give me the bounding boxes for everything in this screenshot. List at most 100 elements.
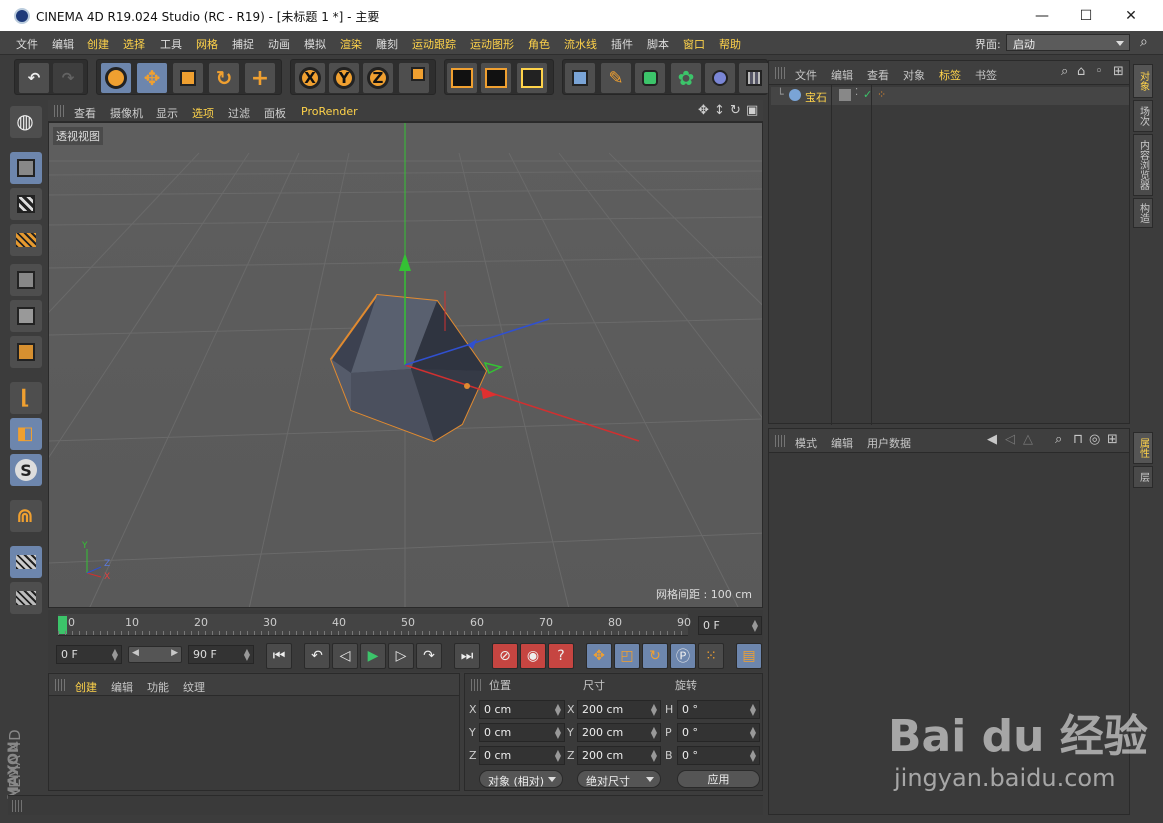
menu-character[interactable]: 角色 — [528, 36, 550, 52]
viewport-menu-prorender[interactable]: ProRender — [301, 105, 358, 118]
viewport-zoom-icon[interactable]: ↕ — [714, 103, 725, 118]
visibility-dots-icon[interactable]: ⁚ — [855, 87, 858, 98]
menu-help[interactable]: 帮助 — [719, 36, 741, 52]
undo-button[interactable]: ↶ — [19, 63, 49, 93]
tweak-mode-button[interactable]: ◧ — [10, 418, 42, 450]
viewport-maximize-icon[interactable]: ▣ — [746, 103, 758, 118]
new-window-icon[interactable]: ⊞ — [1113, 64, 1124, 79]
panel-grip-icon[interactable] — [55, 679, 67, 691]
edges-mode-button[interactable] — [10, 300, 42, 332]
perspective-viewport[interactable]: 透视视图 Y Z X 网格间距 : 100 cm — [48, 122, 763, 608]
back-arrow-icon[interactable]: ◀ — [987, 432, 997, 447]
panel-grip-icon[interactable] — [775, 67, 787, 79]
panel-grip-icon[interactable] — [54, 105, 66, 117]
tab-structure[interactable]: 构造 — [1133, 198, 1153, 228]
recent-tool-button[interactable]: + — [245, 63, 275, 93]
go-to-end-button[interactable]: ⏭ — [454, 643, 480, 669]
viewport-menu-panel[interactable]: 面板 — [264, 105, 286, 121]
menu-motion-tracking[interactable]: 运动跟踪 — [412, 36, 456, 52]
viewport-move-icon[interactable]: ✥ — [698, 103, 709, 118]
size-y-field[interactable]: 200 cm ▲ ▼ — [577, 723, 661, 742]
end-frame-field[interactable]: 90 F ▲ ▼ — [188, 645, 254, 664]
home-icon[interactable]: ⌂ — [1077, 64, 1085, 79]
z-axis-button[interactable]: Z — [363, 63, 393, 93]
tab-objects[interactable]: 对象 — [1133, 64, 1153, 98]
key-pla-button[interactable]: ⁙ — [698, 643, 724, 669]
tab-layers[interactable]: 层 — [1133, 466, 1153, 488]
key-scale-button[interactable]: ◰ — [614, 643, 640, 669]
menu-file[interactable]: 文件 — [16, 36, 38, 52]
start-frame-field[interactable]: 0 F ▲ ▼ — [56, 645, 122, 664]
material-menu-create[interactable]: 创建 — [75, 679, 97, 695]
timeline-ruler[interactable]: 0 10 20 30 40 50 60 70 80 90 — [58, 614, 691, 636]
tab-takes[interactable]: 场次 — [1133, 100, 1153, 132]
pos-z-field[interactable]: 0 cm ▲ ▼ — [479, 746, 565, 765]
coordinate-mode-dropdown[interactable]: 对象 (相对) — [479, 770, 563, 788]
model-mode-button[interactable] — [10, 152, 42, 184]
viewport-menu-view[interactable]: 查看 — [74, 105, 96, 121]
move-button[interactable]: ✥ — [137, 63, 167, 93]
next-keyframe-button[interactable]: ↷ — [416, 643, 442, 669]
menu-sculpt[interactable]: 雕刻 — [376, 36, 398, 52]
forward-arrow-icon[interactable]: ◁ — [1005, 432, 1015, 447]
material-menu-edit[interactable]: 编辑 — [111, 679, 133, 695]
add-deformer-button[interactable] — [705, 63, 735, 93]
object-menu-view[interactable]: 查看 — [867, 67, 889, 83]
go-to-start-button[interactable]: ⏮ — [266, 643, 292, 669]
search-icon[interactable]: ⌕ — [1061, 64, 1068, 79]
tab-content-browser[interactable]: 内容浏览器 — [1133, 134, 1153, 196]
menu-create[interactable]: 创建 — [87, 36, 109, 52]
menu-edit[interactable]: 编辑 — [52, 36, 74, 52]
menu-tools[interactable]: 工具 — [160, 36, 182, 52]
menu-snap[interactable]: 捕捉 — [232, 36, 254, 52]
workplane-mode-button[interactable] — [10, 224, 42, 256]
next-frame-button[interactable]: ▷ — [388, 643, 414, 669]
new-window-icon[interactable]: ⊞ — [1107, 432, 1118, 447]
target-icon[interactable]: ◎ — [1089, 432, 1100, 447]
viewport-rotate-icon[interactable]: ↻ — [730, 103, 741, 118]
object-menu-edit[interactable]: 编辑 — [831, 67, 853, 83]
menu-pipeline[interactable]: 流水线 — [564, 36, 597, 52]
size-z-field[interactable]: 200 cm ▲ ▼ — [577, 746, 661, 765]
menu-simulate[interactable]: 模拟 — [304, 36, 326, 52]
keyframe-selection-button[interactable]: ? — [548, 643, 574, 669]
key-rotation-button[interactable]: ↻ — [642, 643, 668, 669]
previous-keyframe-button[interactable]: ↶ — [304, 643, 330, 669]
material-menu-function[interactable]: 功能 — [147, 679, 169, 695]
object-name[interactable]: 宝石 — [805, 89, 827, 105]
close-button[interactable]: ✕ — [1108, 0, 1154, 31]
planar-workplane-button[interactable] — [10, 582, 42, 614]
key-parameter-button[interactable]: Ⓟ — [670, 643, 696, 669]
size-mode-dropdown[interactable]: 绝对尺寸 — [577, 770, 661, 788]
lock-icon[interactable]: ⊓ — [1073, 432, 1083, 447]
autokeying-button[interactable]: ◉ — [520, 643, 546, 669]
size-x-field[interactable]: 200 cm ▲ ▼ — [577, 700, 661, 719]
frame-range-slider[interactable]: ◀ ▶ — [128, 646, 182, 663]
pos-y-field[interactable]: 0 cm ▲ ▼ — [479, 723, 565, 742]
rot-b-field[interactable]: 0 ° ▲ ▼ — [677, 746, 760, 765]
add-cube-button[interactable] — [565, 63, 595, 93]
phong-tag-icon[interactable]: ⁘ — [877, 88, 886, 101]
tab-attributes[interactable]: 属性 — [1133, 432, 1153, 464]
render-picture-viewer-button[interactable] — [481, 63, 511, 93]
scale-button[interactable] — [173, 63, 203, 93]
viewport-menu-filter[interactable]: 过滤 — [228, 105, 250, 121]
render-settings-button[interactable] — [517, 63, 547, 93]
visibility-icon[interactable]: ◦ — [1095, 64, 1103, 79]
rotate-button[interactable]: ↻ — [209, 63, 239, 93]
layer-icon[interactable] — [839, 89, 851, 101]
apply-button[interactable]: 应用 — [677, 770, 760, 788]
solo-mode-button[interactable]: S — [10, 454, 42, 486]
play-button[interactable]: ▶ — [360, 643, 386, 669]
panel-grip-icon[interactable] — [12, 800, 24, 812]
menu-render[interactable]: 渲染 — [340, 36, 362, 52]
attribute-menu-edit[interactable]: 编辑 — [831, 435, 853, 451]
menu-mesh[interactable]: 网格 — [196, 36, 218, 52]
layout-select[interactable]: 启动 — [1006, 34, 1130, 51]
snap-button[interactable]: ⋒ — [10, 500, 42, 532]
menu-script[interactable]: 脚本 — [647, 36, 669, 52]
coordinate-system-button[interactable] — [399, 63, 429, 93]
object-menu-bookmarks[interactable]: 书签 — [975, 67, 997, 83]
menu-mograph[interactable]: 运动图形 — [470, 36, 514, 52]
add-array-button[interactable]: ✿ — [671, 63, 701, 93]
